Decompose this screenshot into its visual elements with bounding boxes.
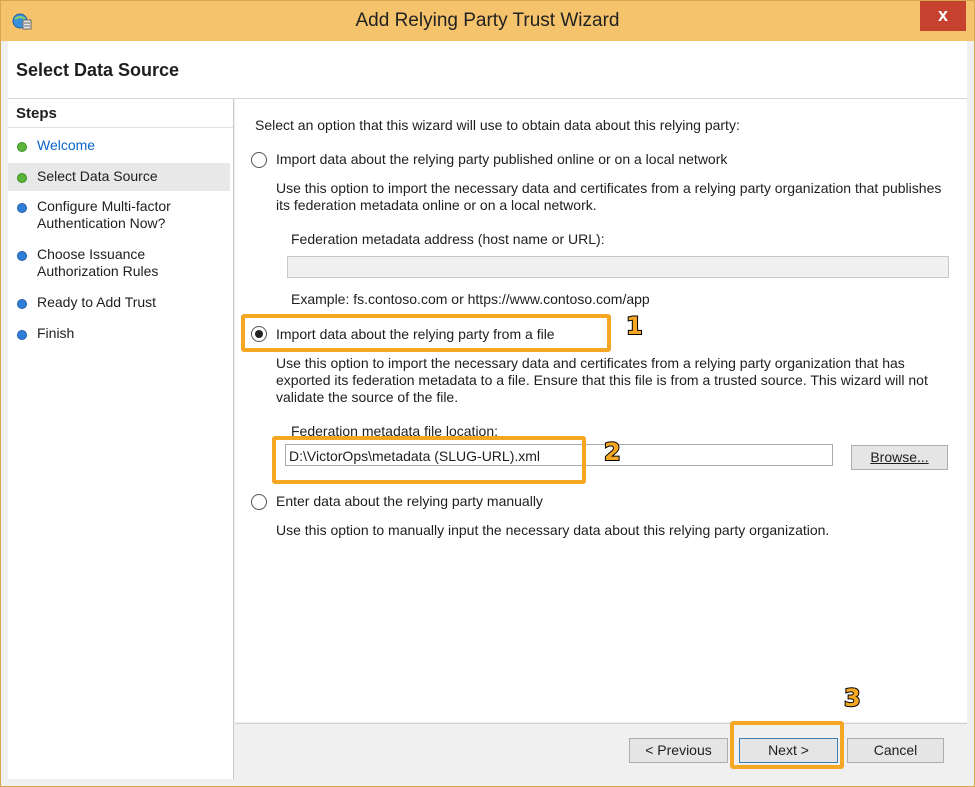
status-dot-icon: [17, 299, 27, 309]
step-configure-mfa: Configure Multi-factor Authentication No…: [8, 198, 230, 234]
steps-panel: Steps Welcome Select Data Source Configu…: [8, 99, 234, 779]
intro-text: Select an option that this wizard will u…: [255, 117, 740, 133]
step-welcome[interactable]: Welcome: [8, 137, 230, 157]
status-dot-icon: [17, 251, 27, 261]
status-dot-icon: [17, 173, 27, 183]
radio-enter-manually[interactable]: [251, 494, 267, 510]
step-ready-to-add: Ready to Add Trust: [8, 294, 230, 314]
step-label: Configure Multi-factor Authentication No…: [37, 198, 171, 231]
cancel-button[interactable]: Cancel: [847, 738, 944, 763]
step-select-data-source: Select Data Source: [8, 163, 230, 191]
highlight-box-3: [730, 721, 844, 769]
browse-label: Browse...: [870, 449, 929, 465]
page-title: Select Data Source: [16, 60, 180, 80]
status-dot-icon: [17, 203, 27, 213]
step-issuance-rules: Choose Issuance Authorization Rules: [8, 246, 230, 282]
option-import-online-label[interactable]: Import data about the relying party publ…: [276, 151, 727, 167]
title-bar[interactable]: Add Relying Party Trust Wizard x: [1, 1, 974, 41]
radio-import-online[interactable]: [251, 152, 267, 168]
option-enter-manually-description: Use this option to manually input the ne…: [276, 522, 830, 538]
highlight-box-1: [241, 314, 611, 352]
step-label: Select Data Source: [37, 168, 158, 184]
step-finish: Finish: [8, 325, 230, 345]
page-header: Select Data Source: [8, 41, 967, 99]
highlight-box-2: [272, 436, 586, 484]
step-label: Ready to Add Trust: [37, 294, 157, 310]
option-import-file-description: Use this option to import the necessary …: [276, 355, 928, 405]
annotation-number-1: 1: [625, 311, 644, 341]
browse-button[interactable]: Browse...: [851, 445, 948, 470]
metadata-address-example: Example: fs.contoso.com or https://www.c…: [291, 291, 650, 307]
option-import-online-description: Use this option to import the necessary …: [276, 180, 942, 213]
steps-title: Steps: [16, 105, 57, 122]
status-dot-icon: [17, 142, 27, 152]
window-title: Add Relying Party Trust Wizard: [355, 10, 620, 31]
step-label: Finish: [37, 325, 75, 341]
annotation-number-3: 3: [843, 683, 862, 713]
annotation-number-2: 2: [603, 437, 622, 467]
step-label[interactable]: Welcome: [37, 137, 95, 154]
metadata-address-label: Federation metadata address (host name o…: [291, 231, 605, 247]
close-button[interactable]: x: [920, 1, 966, 31]
step-label: Choose Issuance Authorization Rules: [37, 246, 159, 279]
wizard-footer: < Previous Next > Cancel: [235, 723, 967, 780]
metadata-address-input[interactable]: [287, 256, 949, 278]
option-enter-manually-label[interactable]: Enter data about the relying party manua…: [276, 493, 543, 509]
divider: [8, 127, 233, 128]
wizard-window: Add Relying Party Trust Wizard x Select …: [0, 0, 975, 787]
content-panel: Select an option that this wizard will u…: [235, 99, 967, 722]
previous-button[interactable]: < Previous: [629, 738, 728, 763]
status-dot-icon: [17, 330, 27, 340]
